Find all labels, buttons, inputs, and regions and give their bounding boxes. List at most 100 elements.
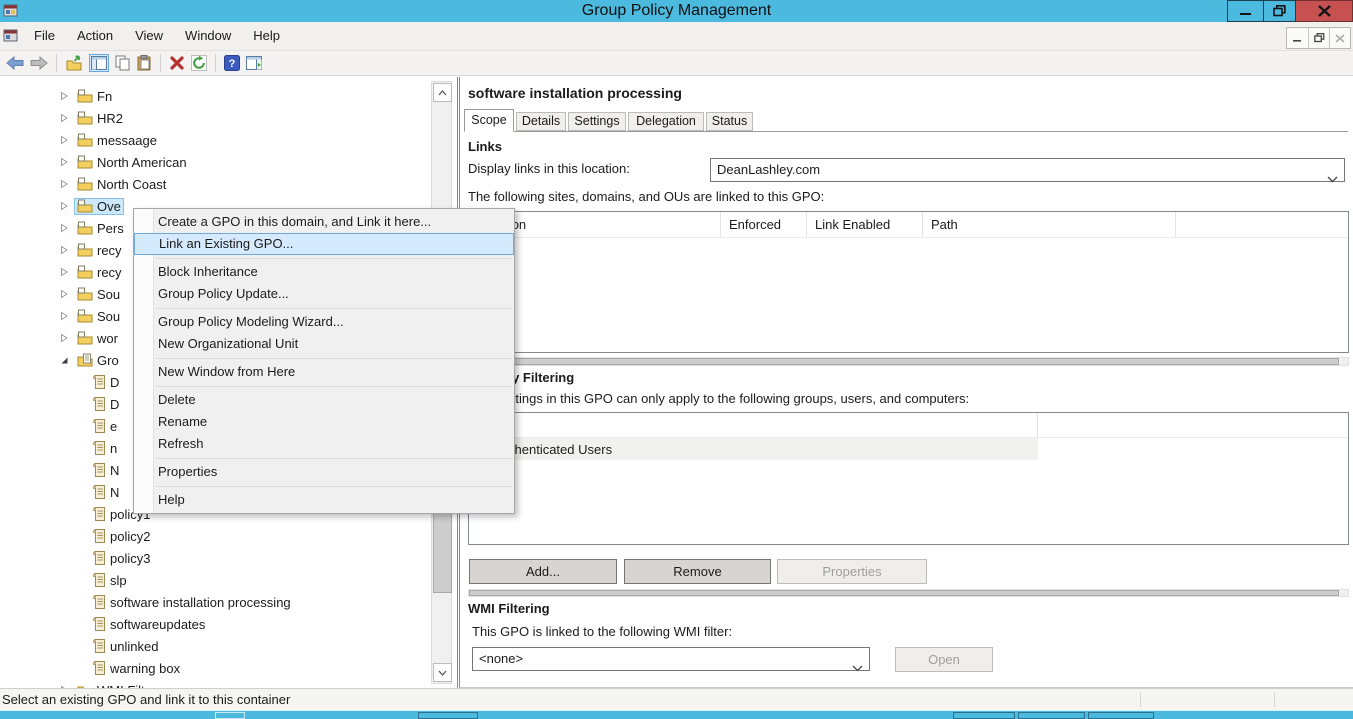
menu-window[interactable]: Window — [174, 25, 242, 47]
context-menu-item-link-an-existing-gpo[interactable]: Link an Existing GPO... — [134, 233, 514, 255]
tree-node-softwareupdates[interactable]: softwareupdates — [90, 615, 208, 633]
tree-node-north-american[interactable]: North American — [74, 154, 190, 171]
wmi-filter-dropdown[interactable]: <none> — [472, 647, 870, 671]
column-header-enforced[interactable]: Enforced — [721, 212, 807, 237]
expand-arrow-icon[interactable] — [57, 135, 71, 145]
delete-button[interactable] — [169, 55, 185, 71]
tree-node-recy[interactable]: recy — [74, 242, 125, 259]
tree-node-messaage[interactable]: messaage — [74, 132, 160, 149]
restore-button[interactable] — [1264, 0, 1296, 22]
tree-item-warning-box[interactable]: warning box — [0, 657, 457, 679]
expand-arrow-icon[interactable] — [57, 91, 71, 101]
expand-arrow-icon[interactable] — [57, 113, 71, 123]
open-button[interactable]: Open — [895, 647, 993, 672]
context-menu-item-rename[interactable]: Rename — [134, 411, 514, 433]
tree-item-softwareupdates[interactable]: softwareupdates — [0, 613, 457, 635]
tree-node-sou[interactable]: Sou — [74, 308, 123, 325]
context-menu-item-group-policy-update[interactable]: Group Policy Update... — [134, 283, 514, 305]
links-table[interactable]: LocationEnforcedLink EnabledPath — [468, 211, 1349, 353]
context-menu-item-delete[interactable]: Delete — [134, 389, 514, 411]
tree-node-ove[interactable]: Ove — [74, 198, 124, 215]
context-menu-item-help[interactable]: Help — [134, 489, 514, 511]
tree-item-messaage[interactable]: messaage — [0, 129, 457, 151]
refresh-button[interactable] — [191, 55, 207, 71]
tree-node-n[interactable]: n — [90, 439, 120, 457]
column-header-path[interactable]: Path — [923, 212, 1176, 237]
context-menu-item-properties[interactable]: Properties — [134, 461, 514, 483]
help-button[interactable]: ? — [224, 55, 240, 71]
tab-scope[interactable]: Scope — [464, 109, 514, 132]
context-menu-item-group-policy-modeling-wizard[interactable]: Group Policy Modeling Wizard... — [134, 311, 514, 333]
location-dropdown[interactable]: DeanLashley.com — [710, 158, 1345, 182]
tab-details[interactable]: Details — [516, 112, 566, 131]
expand-arrow-icon[interactable] — [57, 311, 71, 321]
tree-node-pers[interactable]: Pers — [74, 220, 127, 237]
tree-item-software-installation-processing[interactable]: software installation processing — [0, 591, 457, 613]
tree-item-unlinked[interactable]: unlinked — [0, 635, 457, 657]
copy-button[interactable] — [115, 55, 131, 71]
tab-settings[interactable]: Settings — [568, 112, 626, 131]
back-button[interactable] — [6, 56, 24, 70]
context-menu-item-block-inheritance[interactable]: Block Inheritance — [134, 261, 514, 283]
tab-delegation[interactable]: Delegation — [628, 112, 704, 131]
security-list-header[interactable] — [469, 413, 1348, 438]
tree-item-hr2[interactable]: HR2 — [0, 107, 457, 129]
tree-item-wmi-filt[interactable]: WMI Filt — [0, 679, 457, 688]
tree-node-software-installation-processing[interactable]: software installation processing — [90, 593, 294, 611]
tree-node-hr2[interactable]: HR2 — [74, 110, 126, 127]
column-header-link-enabled[interactable]: Link Enabled — [807, 212, 923, 237]
hscrollbar-thumb[interactable] — [469, 590, 1339, 596]
tab-status[interactable]: Status — [706, 112, 753, 131]
tree-node-e[interactable]: e — [90, 417, 120, 435]
expand-arrow-icon[interactable] — [57, 245, 71, 255]
child-minimize-button[interactable] — [1287, 28, 1308, 48]
close-button[interactable] — [1296, 0, 1353, 22]
hscrollbar-thumb[interactable] — [469, 358, 1339, 365]
links-table-header[interactable]: LocationEnforcedLink EnabledPath — [469, 212, 1348, 238]
expand-arrow-icon[interactable] — [57, 223, 71, 233]
tree-node-n[interactable]: N — [90, 461, 122, 479]
console-tree-toggle-button[interactable] — [89, 54, 109, 72]
security-row-authenticated-users[interactable]: Authenticated Users — [469, 438, 1038, 460]
expand-arrow-icon[interactable] — [57, 201, 71, 211]
tree-node-policy2[interactable]: policy2 — [90, 527, 153, 545]
context-menu-item-new-window-from-here[interactable]: New Window from Here — [134, 361, 514, 383]
expand-arrow-icon[interactable] — [57, 333, 71, 343]
security-filtering-list[interactable]: Authenticated Users — [468, 412, 1349, 545]
tree-node-wor[interactable]: wor — [74, 330, 121, 347]
tree-item-policy3[interactable]: policy3 — [0, 547, 457, 569]
collapse-arrow-icon[interactable] — [57, 355, 71, 365]
context-menu-item-create-a-gpo-in-this-domain-and-link-it-here[interactable]: Create a GPO in this domain, and Link it… — [134, 211, 514, 233]
tree-item-north-coast[interactable]: North Coast — [0, 173, 457, 195]
tree-node-d[interactable]: D — [90, 395, 122, 413]
context-menu-item-new-organizational-unit[interactable]: New Organizational Unit — [134, 333, 514, 355]
tree-node-gro[interactable]: Gro — [74, 352, 122, 369]
tree-node-n[interactable]: N — [90, 483, 122, 501]
expand-arrow-icon[interactable] — [57, 179, 71, 189]
minimize-button[interactable] — [1227, 0, 1264, 22]
scroll-up-button[interactable] — [433, 83, 452, 102]
security-list-hscrollbar[interactable] — [468, 589, 1349, 597]
tree-node-warning-box[interactable]: warning box — [90, 659, 183, 677]
expand-arrow-icon[interactable] — [57, 289, 71, 299]
export-list-button[interactable] — [65, 55, 83, 71]
properties-button[interactable]: Properties — [777, 559, 927, 584]
tree-node-fn[interactable]: Fn — [74, 88, 115, 105]
add-button[interactable]: Add... — [469, 559, 617, 584]
tree-node-policy3[interactable]: policy3 — [90, 549, 153, 567]
tree-item-north-american[interactable]: North American — [0, 151, 457, 173]
context-menu-item-refresh[interactable]: Refresh — [134, 433, 514, 455]
tree-node-sou[interactable]: Sou — [74, 286, 123, 303]
remove-button[interactable]: Remove — [624, 559, 771, 584]
action-pane-toggle-button[interactable] — [246, 56, 262, 70]
child-close-button[interactable] — [1329, 28, 1350, 48]
tree-node-recy[interactable]: recy — [74, 264, 125, 281]
scroll-down-button[interactable] — [433, 663, 452, 682]
expand-arrow-icon[interactable] — [57, 157, 71, 167]
tree-item-fn[interactable]: Fn — [0, 85, 457, 107]
child-restore-button[interactable] — [1308, 28, 1329, 48]
expand-arrow-icon[interactable] — [57, 267, 71, 277]
tree-node-north-coast[interactable]: North Coast — [74, 176, 169, 193]
menu-file[interactable]: File — [23, 25, 66, 47]
menu-action[interactable]: Action — [66, 25, 124, 47]
